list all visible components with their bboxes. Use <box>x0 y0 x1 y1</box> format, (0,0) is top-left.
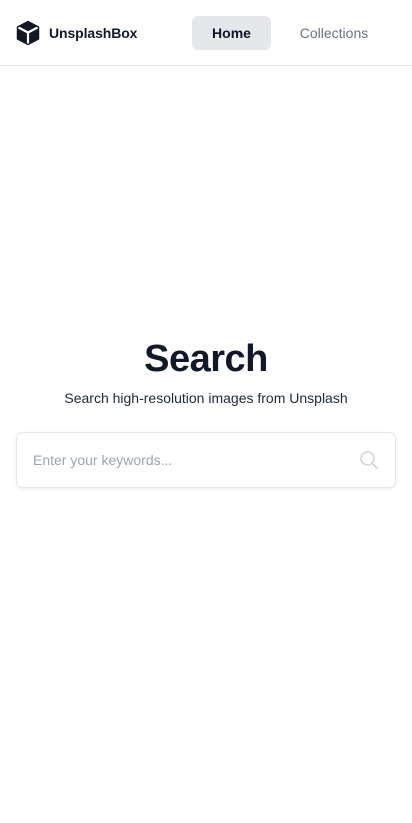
cube-icon <box>16 20 40 46</box>
nav-home-button[interactable]: Home <box>192 16 271 50</box>
search-icon[interactable] <box>359 450 379 470</box>
brand-name: UnsplashBox <box>49 25 138 41</box>
search-hero: Search Search high-resolution images fro… <box>0 336 412 407</box>
page-title: Search <box>144 338 268 380</box>
main-nav: Home Collections <box>192 16 385 50</box>
top-navbar: UnsplashBox Home Collections <box>0 0 412 66</box>
brand-logo[interactable]: UnsplashBox <box>16 20 137 46</box>
page-subtitle: Search high-resolution images from Unspl… <box>64 390 348 406</box>
search-box <box>16 432 396 488</box>
search-input[interactable] <box>17 433 357 487</box>
nav-collections-button[interactable]: Collections <box>283 16 385 50</box>
